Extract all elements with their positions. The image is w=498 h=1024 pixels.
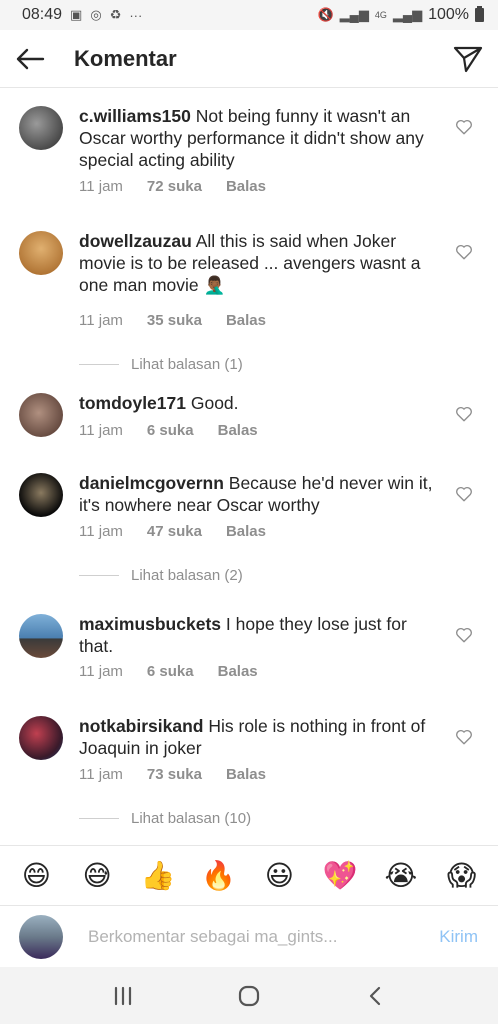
status-bar: 08:49 ▣ ◎ ♻ ··· 🔇 ▂▄▆ 4G ▂▄▆ 100%: [0, 0, 498, 30]
emoji-sweat-smile[interactable]: 😅: [77, 859, 117, 892]
reply-button[interactable]: Balas: [218, 663, 258, 680]
heart-outline-icon[interactable]: [455, 626, 473, 644]
replies-divider: [79, 364, 119, 365]
avatar: [19, 914, 63, 959]
emoji-grinning-squint[interactable]: 😄: [16, 859, 56, 892]
direct-message-button[interactable]: [440, 30, 496, 88]
comment-content: Good.: [190, 393, 239, 413]
comment-likes[interactable]: 47 suka: [147, 523, 202, 540]
comment-time: 11 jam: [79, 766, 123, 783]
comment-compose: Kirim: [0, 905, 498, 967]
comment-time: 11 jam: [79, 312, 123, 329]
comment-likes[interactable]: 72 suka: [147, 178, 202, 195]
comment-likes[interactable]: 35 suka: [147, 312, 202, 329]
heart-outline-icon[interactable]: [455, 243, 473, 261]
status-time: 08:49: [22, 6, 63, 23]
replies-divider: [79, 575, 119, 576]
header: Komentar: [0, 30, 498, 88]
comment-username[interactable]: notkabirsikand: [79, 716, 203, 736]
battery-percent: 100%: [428, 6, 469, 23]
replies-divider: [79, 818, 119, 819]
back-button[interactable]: [2, 30, 58, 88]
comment-text: danielmcgovernn Because he'd never win i…: [79, 472, 441, 516]
comment-text: tomdoyle171 Good.: [79, 392, 441, 414]
home-button[interactable]: [229, 976, 269, 1016]
comment-meta: 11 jam 6 suka Balas: [79, 422, 258, 439]
comment-username[interactable]: tomdoyle171: [79, 393, 186, 413]
comment-time: 11 jam: [79, 178, 123, 195]
comment-meta: 11 jam 73 suka Balas: [79, 766, 266, 783]
comment-username[interactable]: danielmcgovernn: [79, 473, 224, 493]
view-replies-label: Lihat balasan (2): [131, 567, 243, 584]
view-replies-label: Lihat balasan (10): [131, 810, 252, 827]
comment-meta: 11 jam 35 suka Balas: [79, 312, 266, 329]
comment-meta: 11 jam 47 suka Balas: [79, 523, 266, 540]
heart-outline-icon[interactable]: [455, 118, 473, 136]
emoji-fire[interactable]: 🔥: [199, 859, 239, 892]
post-button[interactable]: Kirim: [439, 927, 478, 947]
comment-likes[interactable]: 6 suka: [147, 663, 194, 680]
comment-likes[interactable]: 73 suka: [147, 766, 202, 783]
emoji-crying[interactable]: 😭: [381, 859, 421, 892]
heart-outline-icon[interactable]: [455, 728, 473, 746]
chevron-left-icon: [369, 986, 381, 1005]
view-replies-label: Lihat balasan (1): [131, 356, 243, 373]
avatar[interactable]: [19, 716, 63, 760]
gallery-icon: ▣: [70, 7, 83, 22]
comment-input[interactable]: [88, 926, 408, 947]
home-icon: [238, 985, 260, 1006]
emoji-smiley[interactable]: 😃: [259, 859, 299, 892]
reply-button[interactable]: Balas: [226, 312, 266, 329]
view-replies-button[interactable]: Lihat balasan (2): [79, 567, 243, 584]
comment-likes[interactable]: 6 suka: [147, 422, 194, 439]
comment-text: c.williams150 Not being funny it wasn't …: [79, 105, 441, 171]
avatar[interactable]: [19, 614, 63, 658]
recent-apps-icon: [114, 986, 132, 1005]
comment-meta: 11 jam 6 suka Balas: [79, 663, 258, 680]
emoji-sparkling-heart[interactable]: 💖: [320, 859, 360, 892]
system-back-button[interactable]: [355, 976, 395, 1016]
paper-plane-icon: [453, 46, 483, 72]
reply-button[interactable]: Balas: [218, 422, 258, 439]
more-notifications: ···: [129, 7, 143, 23]
emoji-scream[interactable]: 😱: [442, 859, 482, 892]
comment-username[interactable]: dowellzauzau: [79, 231, 192, 251]
sync-icon: ♻: [109, 7, 122, 22]
emoji-bar: 😄 😅 👍 🔥 😃 💖 😭 😱: [0, 845, 498, 905]
heart-outline-icon[interactable]: [455, 485, 473, 503]
comment-username[interactable]: maximusbuckets: [79, 614, 221, 634]
arrow-left-icon: [16, 48, 45, 69]
avatar[interactable]: [19, 231, 63, 275]
avatar[interactable]: [19, 106, 63, 150]
signal-icon: ▂▄▆: [339, 7, 369, 22]
comment-username[interactable]: c.williams150: [79, 106, 191, 126]
battery-icon: [475, 6, 484, 22]
heart-outline-icon[interactable]: [455, 405, 473, 423]
comment-time: 11 jam: [79, 523, 123, 540]
signal-icon-2: ▂▄▆: [392, 7, 423, 22]
comment-text: dowellzauzau All this is said when Joker…: [79, 230, 441, 296]
reply-button[interactable]: Balas: [226, 523, 266, 540]
system-nav-bar: [0, 967, 498, 1024]
avatar[interactable]: [19, 393, 63, 437]
network-type: 4G: [374, 10, 387, 20]
avatar[interactable]: [19, 473, 63, 517]
comments-list[interactable]: c.williams150 Not being funny it wasn't …: [0, 88, 498, 845]
comment-meta: 11 jam 72 suka Balas: [79, 178, 266, 195]
view-replies-button[interactable]: Lihat balasan (1): [79, 356, 243, 373]
mute-icon: 🔇: [317, 7, 334, 22]
comment-text: maximusbuckets I hope they lose just for…: [79, 613, 441, 657]
reply-button[interactable]: Balas: [226, 178, 266, 195]
page-title: Komentar: [74, 45, 177, 71]
comment-time: 11 jam: [79, 422, 123, 439]
recent-apps-button[interactable]: [103, 976, 143, 1016]
emoji-thumbs-up[interactable]: 👍: [138, 859, 178, 892]
whatsapp-icon: ◎: [90, 7, 102, 22]
comment-time: 11 jam: [79, 663, 123, 680]
reply-button[interactable]: Balas: [226, 766, 266, 783]
comment-text: notkabirsikand His role is nothing in fr…: [79, 715, 441, 759]
view-replies-button[interactable]: Lihat balasan (10): [79, 810, 251, 827]
